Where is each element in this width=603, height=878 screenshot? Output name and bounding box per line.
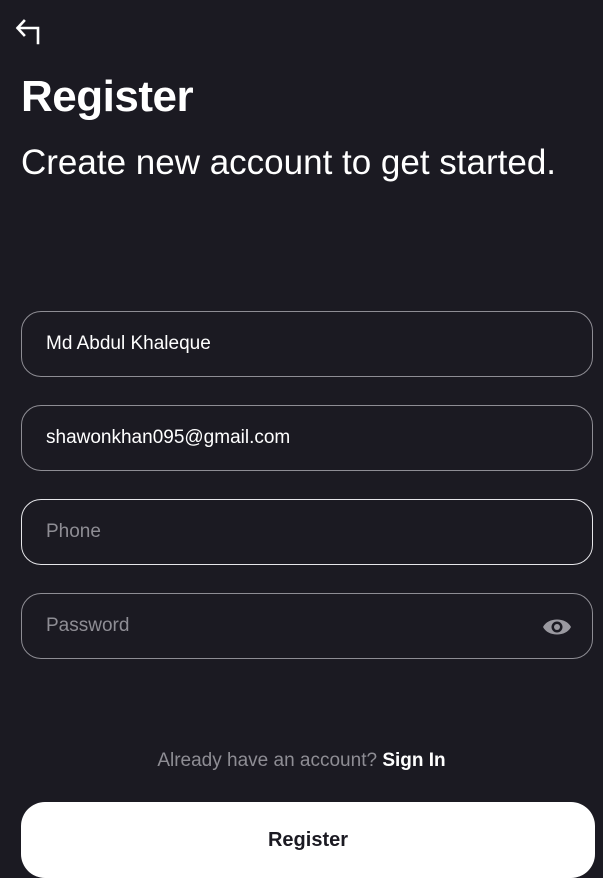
phone-input[interactable] [46,500,526,564]
signin-prompt: Already have an account? Sign In [0,750,603,772]
email-field[interactable] [21,405,593,471]
page-subtitle: Create new account to get started. [21,143,557,182]
signin-prompt-text: Already have an account? [157,750,378,771]
page-title: Register [21,72,194,121]
password-input[interactable] [46,594,526,658]
back-arrow-icon [15,19,40,45]
back-button[interactable] [14,16,44,46]
email-input[interactable] [46,406,526,470]
name-input[interactable] [46,312,526,376]
eye-icon[interactable] [542,615,572,639]
signin-link[interactable]: Sign In [382,750,445,771]
register-button[interactable]: Register [21,802,595,878]
name-field[interactable] [21,311,593,377]
phone-field[interactable] [21,499,593,565]
password-field[interactable] [21,593,593,659]
